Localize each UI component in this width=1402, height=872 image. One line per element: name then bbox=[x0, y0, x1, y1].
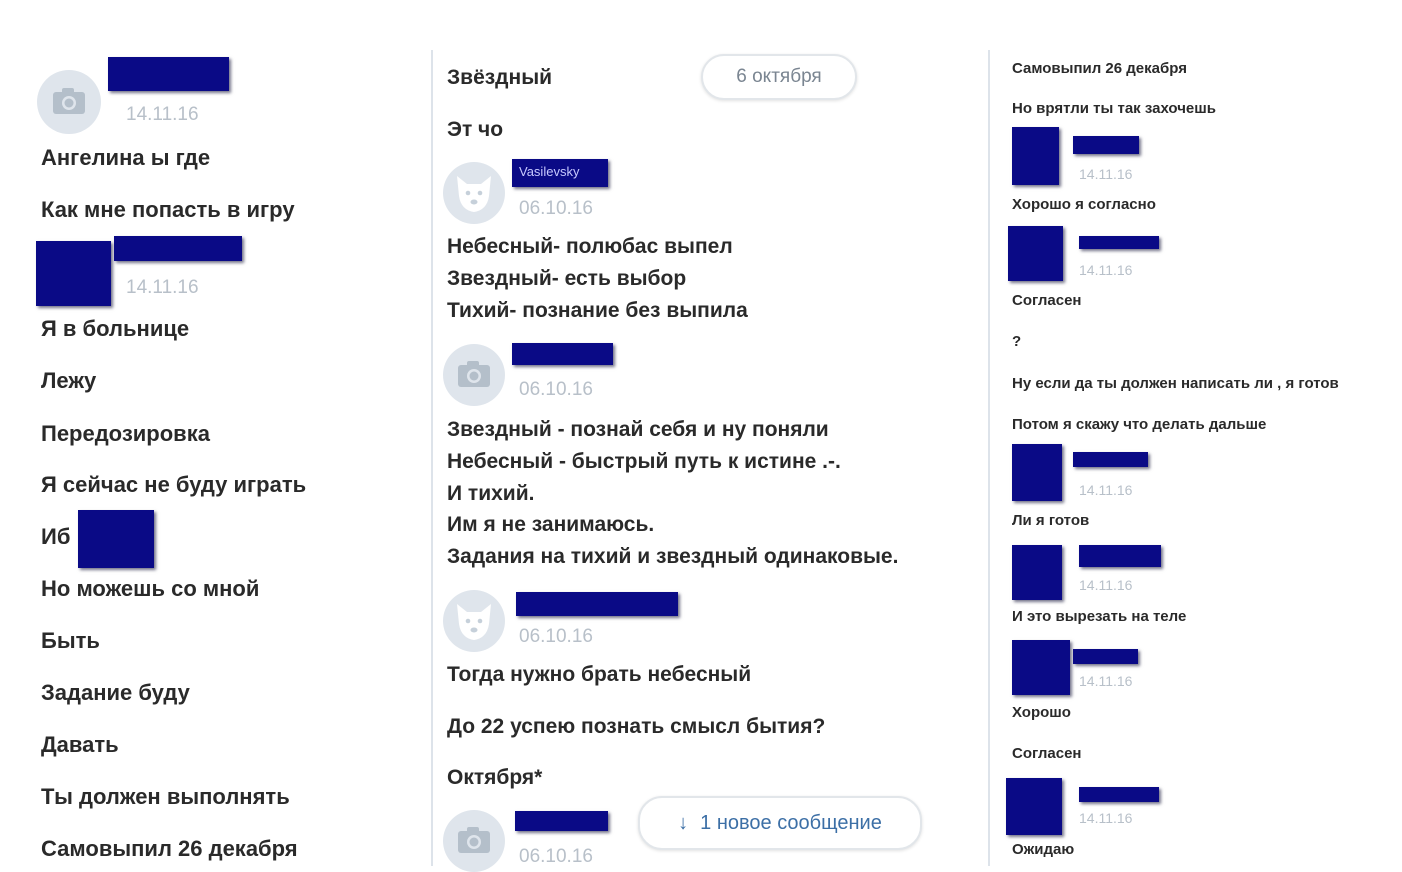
message-text: Звёздный bbox=[447, 66, 553, 89]
dog-icon bbox=[457, 604, 491, 640]
message-text: Задание буду bbox=[41, 680, 190, 705]
redacted-name bbox=[108, 57, 229, 91]
redacted-avatar[interactable] bbox=[1012, 444, 1062, 501]
avatar[interactable] bbox=[443, 590, 505, 652]
date-separator: 6 октября bbox=[701, 54, 857, 100]
message-text: И тихий. bbox=[447, 482, 535, 505]
message-text: Эт чо bbox=[447, 118, 504, 141]
message-text: Я сейчас не буду играть bbox=[41, 472, 307, 497]
message-text: До 22 успею познать смысл бытия? bbox=[447, 715, 826, 738]
message-date: 14.11.16 bbox=[126, 104, 199, 125]
redacted-name bbox=[114, 236, 242, 261]
message-date: 06.10.16 bbox=[519, 846, 593, 867]
message-text: Лежу bbox=[41, 368, 97, 393]
message-text: Октября* bbox=[447, 766, 543, 789]
right-chat-column: Самовыпил 26 декабря Но врятли ты так за… bbox=[990, 0, 1402, 866]
message-text: Самовыпил 26 декабря bbox=[1012, 60, 1187, 77]
redacted-avatar[interactable] bbox=[1006, 778, 1062, 835]
message-text: Звездный - познай себя и ну поняли bbox=[447, 418, 829, 441]
message-text: Ожидаю bbox=[1012, 841, 1075, 858]
camera-icon bbox=[458, 827, 490, 853]
message-text: Передозировка bbox=[41, 421, 210, 446]
message-date: 14.11.16 bbox=[1079, 262, 1133, 278]
left-chat-column: 14.11.16 Ангелина ы где Как мне попасть … bbox=[0, 0, 432, 866]
message-text: Ангелина ы где bbox=[41, 145, 211, 170]
redacted-avatar[interactable] bbox=[36, 241, 111, 306]
message-text: Согласен bbox=[1012, 745, 1082, 762]
redacted-text bbox=[78, 510, 154, 568]
message-text: Хорошо я согласно bbox=[1012, 196, 1156, 213]
message-date: 14.11.16 bbox=[1079, 482, 1133, 498]
redacted-name bbox=[1079, 787, 1159, 802]
message-date: 14.11.16 bbox=[1079, 810, 1133, 826]
redacted-avatar[interactable] bbox=[1008, 226, 1063, 281]
message-text: Тогда нужно брать небесный bbox=[447, 663, 752, 686]
message-text: Небесный- полюбас выпел bbox=[447, 235, 733, 258]
message-text: Хорошо bbox=[1012, 704, 1071, 721]
message-date: 06.10.16 bbox=[519, 626, 593, 647]
redacted-name bbox=[512, 343, 613, 365]
message-text: Ты должен выполнять bbox=[41, 784, 290, 809]
message-text: Небесный - быстрый путь к истине .-. bbox=[447, 450, 841, 473]
message-text: Тихий- познание без выпила bbox=[447, 299, 748, 322]
sender-name: Vasilevsky bbox=[519, 164, 580, 179]
message-text: Согласен bbox=[1012, 292, 1082, 309]
dog-icon bbox=[457, 176, 491, 212]
redacted-name bbox=[1073, 136, 1139, 154]
new-message-button[interactable]: ↓ 1 новое сообщение bbox=[638, 796, 922, 850]
message-text: Ну если да ты должен написать ли , я гот… bbox=[1012, 375, 1339, 392]
redacted-name bbox=[1073, 649, 1138, 664]
message-date: 06.10.16 bbox=[519, 379, 593, 400]
message-text: Потом я скажу что делать дальше bbox=[1012, 416, 1267, 433]
message-text: Ли я готов bbox=[1012, 512, 1090, 529]
message-text: Задания на тихий и звездный одинаковые. bbox=[447, 545, 899, 568]
message-text: Быть bbox=[41, 628, 100, 653]
message-text: Давать bbox=[41, 732, 119, 757]
redacted-name bbox=[515, 811, 608, 831]
middle-chat-column: Звёздный 6 октября Эт чо Vasilevsky 06.1… bbox=[433, 0, 983, 872]
redacted-name bbox=[516, 592, 678, 616]
message-date: 14.11.16 bbox=[126, 277, 199, 298]
message-text: ? bbox=[1012, 333, 1022, 350]
message-text: Самовыпил 26 декабря bbox=[41, 836, 298, 861]
message-text: Я в больнице bbox=[41, 316, 190, 341]
redacted-avatar[interactable] bbox=[1012, 640, 1070, 695]
message-text: Но врятли ты так захочешь bbox=[1012, 100, 1216, 117]
redacted-name bbox=[1079, 236, 1159, 249]
redacted-name bbox=[1073, 452, 1148, 467]
avatar[interactable] bbox=[37, 70, 101, 134]
redacted-avatar[interactable] bbox=[1012, 545, 1062, 600]
avatar[interactable] bbox=[443, 162, 505, 224]
message-text: Но можешь со мной bbox=[41, 576, 260, 601]
message-text: И это вырезать на теле bbox=[1012, 608, 1187, 625]
message-date: 06.10.16 bbox=[519, 198, 593, 219]
redacted-name bbox=[1079, 545, 1161, 567]
message-date: 14.11.16 bbox=[1079, 577, 1133, 593]
camera-icon bbox=[458, 361, 490, 387]
message-text: Как мне попасть в игру bbox=[41, 197, 295, 222]
arrow-down-icon: ↓ bbox=[678, 812, 689, 834]
message-text: Звездный- есть выбор bbox=[447, 267, 687, 290]
message-date: 14.11.16 bbox=[1079, 673, 1133, 689]
message-text: Иб bbox=[41, 524, 71, 549]
message-date: 14.11.16 bbox=[1079, 166, 1133, 182]
redacted-avatar[interactable] bbox=[1012, 127, 1059, 185]
message-text: Им я не занимаюсь. bbox=[447, 513, 655, 536]
avatar[interactable] bbox=[443, 344, 505, 406]
camera-icon bbox=[53, 88, 85, 114]
avatar[interactable] bbox=[443, 810, 505, 872]
new-message-label: 1 новое сообщение bbox=[700, 812, 882, 834]
